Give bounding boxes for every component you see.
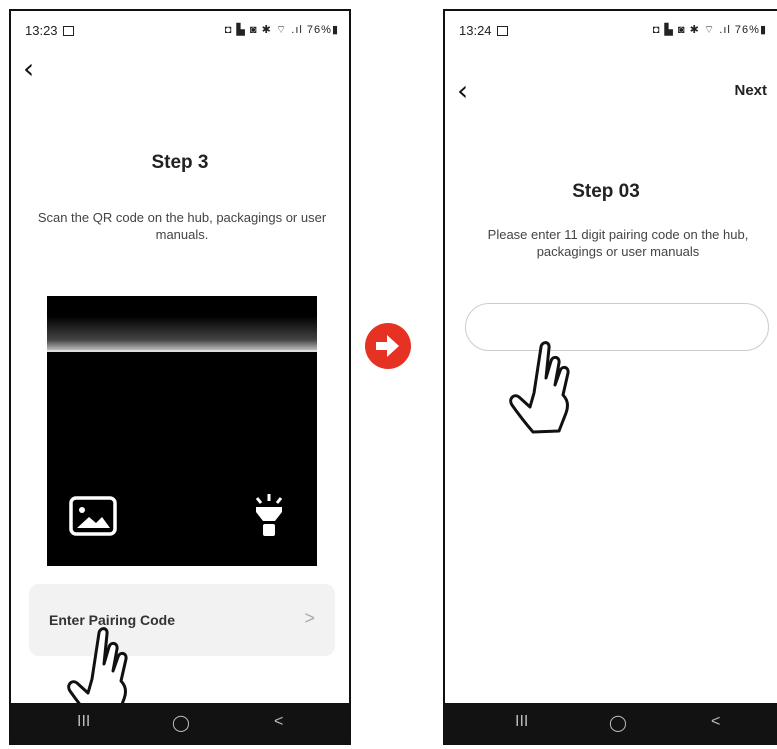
nav-back-button[interactable]: < [711,713,720,731]
page-description: Scan the QR code on the hub, packagings … [37,210,327,242]
battery-level: 76% [306,24,332,36]
status-icons-text: ◘ ▙ ◙ ✱ ⌔ .ıl [652,24,731,36]
recents-button[interactable]: III [515,713,528,731]
home-button[interactable]: ◯ [172,713,190,733]
phone-screen-step3: 13:23 ◘ ▙ ◙ ✱ ⌔ .ıl 76%▮ ‹ Step 3 Scan t… [9,9,351,745]
android-nav-bar: III ◯ < [11,703,349,743]
scanner-glow [47,316,317,350]
status-time-text: 13:23 [25,23,58,38]
battery-icon: ▮ [759,24,767,36]
back-chevron-icon[interactable]: ‹ [457,77,468,105]
picture-notification-icon [496,26,508,36]
flashlight-icon[interactable] [251,492,287,538]
nav-back-button[interactable]: < [274,713,283,731]
battery-level: 76% [734,24,760,36]
status-time: 13:24 [459,23,508,38]
status-time: 13:23 [25,23,74,38]
status-icons: ◘ ▙ ◙ ✱ ⌔ .ıl 76%▮ [653,23,767,37]
page-description: Please enter 11 digit pairing code on th… [487,227,749,259]
scanner-line [47,350,317,352]
battery-icon: ▮ [331,24,339,36]
arrow-right-circle-icon [365,323,411,369]
chevron-right-icon: > [304,608,315,628]
back-chevron-icon[interactable]: ‹ [23,55,34,83]
arrow-right-glyph [376,335,399,357]
hand-pointer-icon [509,341,570,434]
image-icon[interactable] [69,496,117,536]
page-title: Step 3 [151,152,209,173]
picture-notification-icon [62,26,74,36]
qr-scanner-viewfinder [47,296,317,566]
page-title: Step 03 [572,181,640,202]
recents-button[interactable]: III [77,713,90,731]
status-bar: 13:23 ◘ ▙ ◙ ✱ ⌔ .ıl 76%▮ [25,23,339,41]
phone-screen-step03: 13:24 ◘ ▙ ◙ ✱ ⌔ .ıl 76%▮ ‹ Next Step 03 … [443,9,777,745]
status-time-text: 13:24 [459,23,492,38]
android-nav-bar: III ◯ < [445,703,777,743]
status-icons-text: ◘ ▙ ◙ ✱ ⌔ .ıl [224,24,303,36]
home-button[interactable]: ◯ [609,713,627,733]
status-icons: ◘ ▙ ◙ ✱ ⌔ .ıl 76%▮ [225,23,339,37]
next-button[interactable]: Next [734,82,767,99]
status-bar: 13:24 ◘ ▙ ◙ ✱ ⌔ .ıl 76%▮ [459,23,767,41]
